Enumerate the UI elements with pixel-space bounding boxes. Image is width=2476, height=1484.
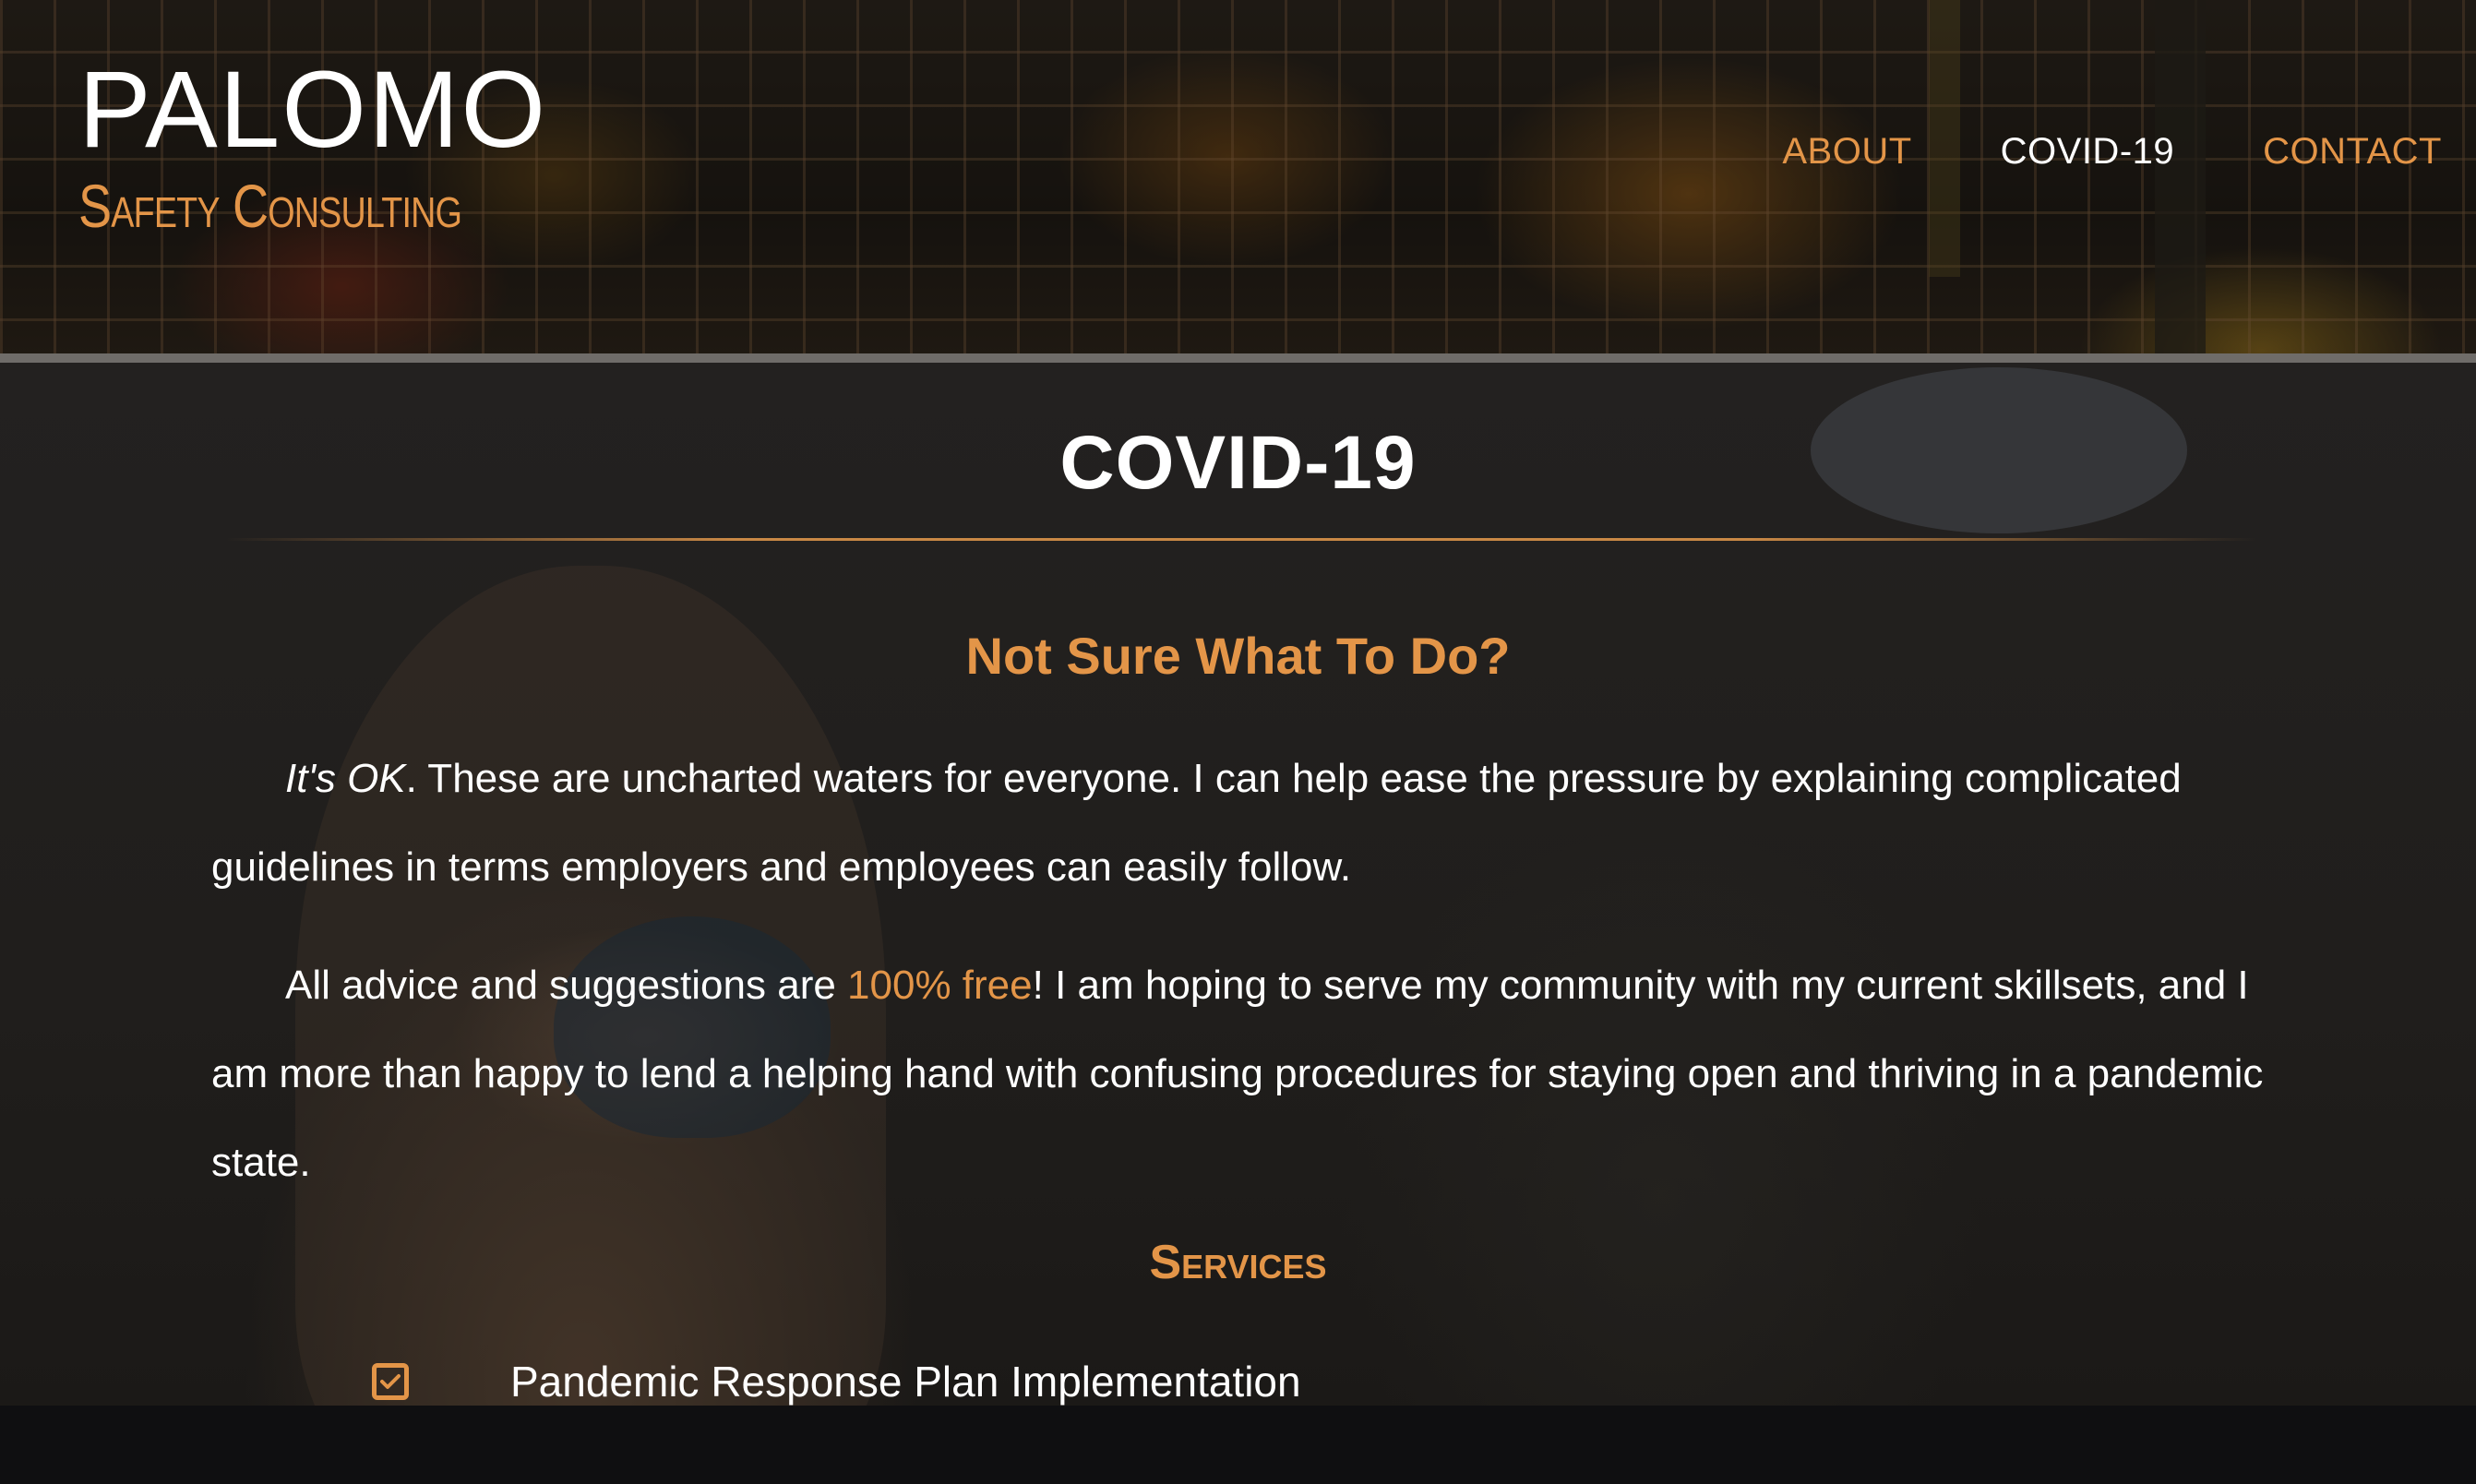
header-divider: [0, 353, 2476, 363]
nav-item-covid-19[interactable]: COVID-19: [2001, 131, 2175, 173]
service-label: Pandemic Response Plan Implementation: [510, 1358, 1301, 1406]
emphasis-text: It's OK: [285, 756, 406, 801]
nav-item-contact[interactable]: CONTACT: [2263, 131, 2442, 173]
free-advice-text-start: All advice and suggestions are: [285, 963, 848, 1008]
bottom-bar: [0, 1406, 2476, 1484]
nav-item-about[interactable]: ABOUT: [1782, 131, 1911, 173]
title-divider: [226, 538, 2256, 541]
checkbox-checked-icon: [372, 1363, 409, 1400]
page-title: COVID-19: [1059, 421, 1417, 505]
main-nav: ABOUT COVID-19 CONTACT: [1782, 131, 2442, 173]
intro-paragraph: It's OK. These are uncharted waters for …: [211, 735, 2269, 912]
site-header: PALOMO Safety Consulting ABOUT COVID-19 …: [0, 0, 2476, 353]
brand-subtitle: Safety Consulting: [78, 172, 462, 240]
brand-logo-link[interactable]: PALOMO Safety Consulting: [78, 55, 547, 236]
free-advice-paragraph: All advice and suggestions are 100% free…: [211, 941, 2269, 1207]
free-highlight: 100% free: [847, 963, 1033, 1008]
intro-paragraph-text: . These are uncharted waters for everyon…: [211, 756, 2182, 890]
service-list-item: Pandemic Response Plan Implementation: [372, 1357, 1301, 1406]
services-heading: Services: [1149, 1236, 1327, 1289]
section-subheading: Not Sure What To Do?: [965, 627, 1511, 685]
brand-title: PALOMO: [78, 49, 548, 171]
covid-section: COVID-19 Not Sure What To Do? It's OK. T…: [0, 363, 2476, 1406]
